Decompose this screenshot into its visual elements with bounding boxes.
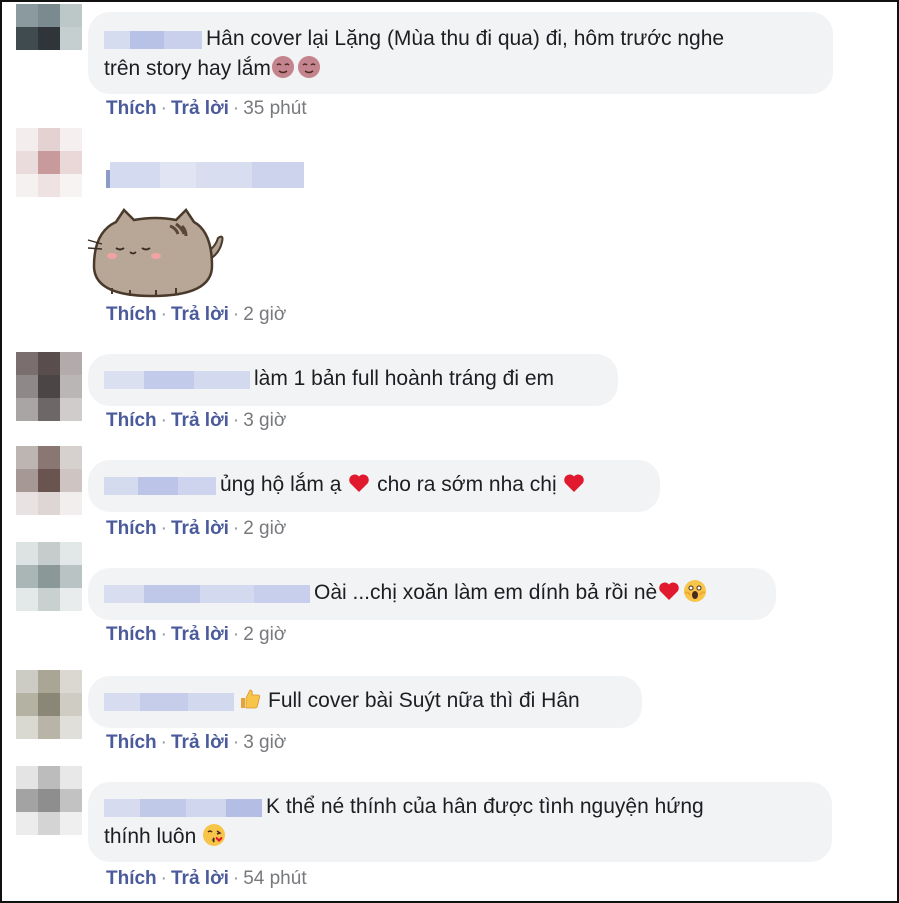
timestamp[interactable]: 54 phút <box>243 868 306 889</box>
comment-text: Hân cover lại Lặng (Mùa thu đi qua) đi, … <box>206 27 725 50</box>
blurred-author-name[interactable] <box>104 690 234 712</box>
blurred-author-name[interactable] <box>104 796 262 818</box>
comment-actions: Thích · Trả lời · 35 phút <box>106 98 307 119</box>
timestamp[interactable]: 3 giờ <box>243 410 286 431</box>
comment-actions: Thích · Trả lời · 2 giờ <box>106 624 287 645</box>
comment-bubble: K thể né thính của hân được tình nguyện … <box>88 782 832 862</box>
comment-bubble: ủng hộ lắm ạ cho ra sớm nha chị <box>88 460 660 512</box>
like-link[interactable]: Thích <box>106 304 157 325</box>
like-link[interactable]: Thích <box>106 624 157 645</box>
like-link[interactable]: Thích <box>106 732 157 753</box>
relieved-face-emoji <box>297 55 321 79</box>
comment-text: Full cover bài Suýt nữa thì đi Hân <box>268 689 580 712</box>
timestamp[interactable]: 3 giờ <box>243 732 286 753</box>
comment-actions: Thích · Trả lời · 3 giờ <box>106 732 287 753</box>
comment-text: Oài ...chị xoăn làm em dính bả rồi nè <box>314 581 658 604</box>
comment-bubble: làm 1 bản full hoành tráng đi em <box>88 354 618 406</box>
thumbs-up-emoji <box>238 687 262 711</box>
comment-actions: Thích · Trả lời · 3 giờ <box>106 410 287 431</box>
like-link[interactable]: Thích <box>106 518 157 539</box>
comment-text-part2: cho ra sớm nha chị <box>377 473 557 496</box>
comment-actions: Thích · Trả lời · 2 giờ <box>106 518 287 539</box>
reply-link[interactable]: Trả lời <box>171 868 229 889</box>
timestamp[interactable]: 35 phút <box>243 98 306 119</box>
avatar[interactable] <box>16 766 82 858</box>
blurred-author-name[interactable] <box>104 28 202 50</box>
reply-link[interactable]: Trả lời <box>171 624 229 645</box>
reply-link[interactable]: Trả lời <box>171 304 229 325</box>
avatar[interactable] <box>16 128 82 220</box>
blurred-author-name[interactable] <box>104 582 310 604</box>
avatar[interactable] <box>16 4 82 96</box>
timestamp[interactable]: 2 giờ <box>243 518 286 539</box>
comment-text-line2: thính luôn <box>104 825 197 848</box>
comment-actions: Thích · Trả lời · 2 giờ <box>106 304 287 325</box>
avatar[interactable] <box>16 542 82 634</box>
screenshot-frame <box>0 0 899 903</box>
like-link[interactable]: Thích <box>106 868 157 889</box>
heart-emoji <box>657 579 681 603</box>
reply-link[interactable]: Trả lời <box>171 410 229 431</box>
pusheen-sticker[interactable] <box>86 206 228 302</box>
face-blowing-kiss-emoji <box>202 823 226 847</box>
comment-bubble: Full cover bài Suýt nữa thì đi Hân <box>88 676 642 728</box>
reply-link[interactable]: Trả lời <box>171 98 229 119</box>
comment-text: làm 1 bản full hoành tráng đi em <box>254 367 555 390</box>
like-link[interactable]: Thích <box>106 410 157 431</box>
avatar[interactable] <box>16 352 82 444</box>
heart-emoji <box>347 471 371 495</box>
avatar[interactable] <box>16 670 82 762</box>
comment-bubble: Oài ...chị xoăn làm em dính bả rồi nè <box>88 568 776 620</box>
timestamp[interactable]: 2 giờ <box>243 624 286 645</box>
avatar[interactable] <box>16 446 82 538</box>
screaming-face-emoji <box>683 579 707 603</box>
comment-text: K thể né thính của hân được tình nguyện … <box>266 795 704 818</box>
comment-text-part1: ủng hộ lắm ạ <box>220 473 342 496</box>
timestamp[interactable]: 2 giờ <box>243 304 286 325</box>
heart-emoji <box>562 471 586 495</box>
blurred-author-name[interactable] <box>104 368 250 390</box>
reply-link[interactable]: Trả lời <box>171 518 229 539</box>
blurred-author-name[interactable] <box>104 474 216 496</box>
comment-bubble: Hân cover lại Lặng (Mùa thu đi qua) đi, … <box>88 12 833 94</box>
blurred-author-name[interactable] <box>106 162 304 188</box>
comment-actions: Thích · Trả lời · 54 phút <box>106 868 307 889</box>
comment-text-line2: trên story hay lắm <box>104 57 271 80</box>
like-link[interactable]: Thích <box>106 98 157 119</box>
relieved-face-emoji <box>271 55 295 79</box>
reply-link[interactable]: Trả lời <box>171 732 229 753</box>
